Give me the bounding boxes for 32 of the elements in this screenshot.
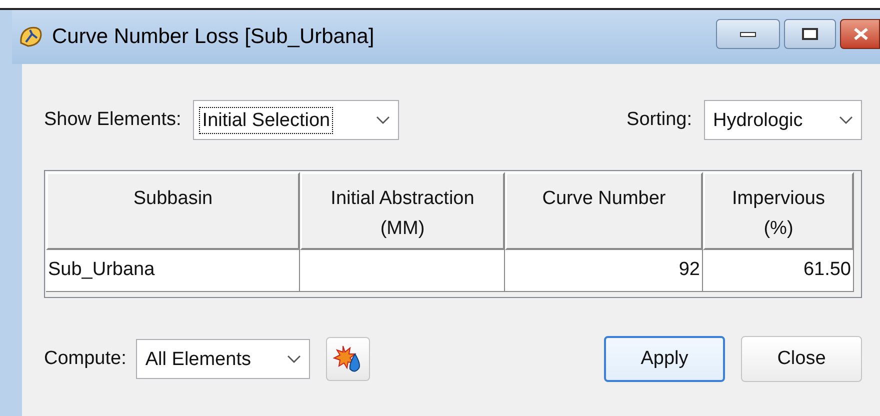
- column-header[interactable]: Initial Abstraction (MM): [300, 172, 505, 250]
- chevron-down-icon: [376, 116, 390, 124]
- app-icon: [18, 25, 44, 49]
- dialog-button[interactable]: Apply: [604, 336, 725, 382]
- table-cell[interactable]: 61.50: [703, 250, 854, 292]
- table-cell[interactable]: 92: [505, 250, 703, 292]
- close-icon: [853, 27, 869, 41]
- table-cell[interactable]: [300, 250, 505, 292]
- minimize-button[interactable]: [716, 19, 780, 49]
- compute-label: Compute:: [44, 346, 126, 371]
- header-text: Initial Abstraction: [330, 187, 474, 211]
- dropdown[interactable]: Hydrologic: [704, 100, 862, 140]
- column-header[interactable]: Impervious (%): [703, 172, 854, 250]
- maximize-button[interactable]: [784, 19, 836, 49]
- show-elements-label: Show Elements:: [44, 108, 182, 132]
- column-header[interactable]: Subbasin: [46, 172, 300, 250]
- close-button[interactable]: [840, 19, 880, 49]
- table-cell[interactable]: Sub_Urbana: [46, 250, 300, 292]
- header-text: Subbasin: [133, 187, 213, 211]
- chevron-down-icon: [839, 116, 853, 124]
- dropdown[interactable]: Initial Selection: [193, 100, 400, 140]
- header-unit: (%): [764, 217, 794, 241]
- header-text: Impervious: [732, 187, 825, 211]
- header-text: Curve Number: [542, 187, 666, 211]
- compute-button[interactable]: [326, 337, 370, 381]
- header-unit: (MM): [380, 217, 425, 241]
- dropdown[interactable]: All Elements: [136, 339, 310, 379]
- chevron-down-icon: [287, 354, 302, 364]
- sorting-label: Sorting:: [626, 108, 692, 132]
- window-title: Curve Number Loss [Sub_Urbana]: [52, 24, 374, 50]
- column-header[interactable]: Curve Number: [505, 172, 703, 250]
- dialog-button[interactable]: Close: [741, 336, 862, 382]
